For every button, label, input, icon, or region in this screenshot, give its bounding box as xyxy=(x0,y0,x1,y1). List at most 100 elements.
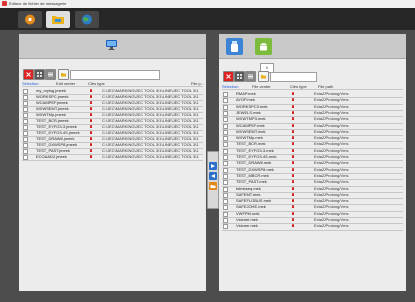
file-path: C:\JEC\MARKING\JEC TOOL 3\1\LINE\JEC TOO… xyxy=(102,112,199,117)
delete-button[interactable] xyxy=(23,69,34,80)
file-name: WXWSEMT.jmeek xyxy=(36,106,69,111)
open-folder-button[interactable] xyxy=(58,69,69,80)
table-row[interactable]: Vstcnet.mek ExtaZ/Prolong/Vms xyxy=(219,217,406,223)
table-row[interactable]: TEST_EYFO3-4S.jmeek C:\JEC\MARKING\JEC TO… xyxy=(19,130,206,136)
list-view-button[interactable] xyxy=(245,71,256,82)
table-row[interactable]: TEST_PAST.mek ExtaZ/Prolong/Vms xyxy=(219,179,406,186)
file-path: ExtaZ/Prolong/Vms xyxy=(314,91,349,96)
table-row[interactable]: TEST_BCR.jmeek C:\JEC\MARKING\JEC TOOL 3\… xyxy=(19,118,206,124)
row-checkbox[interactable] xyxy=(223,142,228,148)
table-row[interactable]: WXWTMp.mek ExtaZ/Prolong/Vms xyxy=(219,135,406,142)
row-checkbox[interactable] xyxy=(223,192,228,198)
table-row[interactable]: my_mylog.jmeek C:\JEC\MARKING\JEC TOOL 3\… xyxy=(19,88,206,94)
table-row[interactable]: TEST_BCR.mek ExtaZ/Prolong/Vms xyxy=(219,141,406,148)
tab-android[interactable] xyxy=(255,38,272,55)
file-path: ExtaZ/Prolong/Vms xyxy=(314,210,349,216)
grid-view-button[interactable] xyxy=(234,71,245,82)
file-name: TEST_PAST.jmeek xyxy=(36,148,70,153)
row-checkbox[interactable] xyxy=(223,155,228,160)
file-name: AYOP.mek xyxy=(236,97,255,103)
table-row[interactable]: TEST_PAST.jmeek C:\JEC\MARKING\JEC TOOL 3… xyxy=(19,148,206,154)
row-checkbox[interactable] xyxy=(223,218,228,223)
table-row[interactable]: TEST_EYFO3-3.jmeek C:\JEC\MARKING\JEC TOO… xyxy=(19,124,206,130)
table-row[interactable]: RMAP.mek ExtaZ/Prolong/Vms xyxy=(219,91,406,97)
row-checkbox[interactable] xyxy=(223,136,228,142)
list-view-button[interactable] xyxy=(45,69,56,80)
arrow-right-icon[interactable] xyxy=(209,162,217,170)
row-checkbox[interactable] xyxy=(223,211,228,217)
table-row[interactable]: WXWTMP3.mek ExtaZ/Prolong/Vms xyxy=(219,116,406,123)
open-folder-button[interactable] xyxy=(258,71,269,82)
row-checkbox[interactable] xyxy=(223,148,228,154)
delete-button[interactable] xyxy=(223,71,234,82)
row-checkbox[interactable] xyxy=(223,205,228,211)
table-row[interactable]: WCAMPEF.jmeek C:\JEC\MARKING\JEC TOOL 3\1… xyxy=(19,100,206,106)
table-row[interactable]: SAFEJOHE.mek ExtaZ/Prolong/Vms xyxy=(219,204,406,211)
pin-icon xyxy=(90,113,92,116)
tab-disc[interactable] xyxy=(18,11,42,28)
row-checkbox[interactable] xyxy=(223,104,228,110)
row-checkbox[interactable] xyxy=(223,117,228,123)
table-row[interactable]: WCAMPEF.mek ExtaZ/Prolong/Vms xyxy=(219,123,406,129)
folder-transfer-icon[interactable] xyxy=(209,182,217,190)
file-name: TEST_EYFO3-4S.jmeek xyxy=(36,130,80,135)
pin-icon xyxy=(292,167,294,171)
row-checkbox[interactable] xyxy=(223,129,228,135)
row-checkbox[interactable] xyxy=(223,173,228,179)
table-row[interactable]: tstmbseq.mek ExtaZ/Prolong/Vms xyxy=(219,186,406,192)
device-files-panel: 0 Sélection File center Clés type File p… xyxy=(219,34,406,291)
file-path: ExtaZ/Prolong/Vms xyxy=(314,128,349,134)
row-checkbox[interactable] xyxy=(223,167,228,173)
table-row[interactable]: WXWTMp.jmeek C:\JEC\MARKING\JEC TOOL 3\1\… xyxy=(19,112,206,118)
table-row[interactable]: Vstcner.mek ExtaZ/Prolong/Vms xyxy=(219,223,406,230)
tab-folder[interactable] xyxy=(46,11,70,28)
row-checkbox[interactable] xyxy=(223,98,228,104)
file-path: ExtaZ/Prolong/Vms xyxy=(314,204,349,210)
table-row[interactable]: TEST_DXWSP8.jmeek C:\JEC\MARKING\JEC TOOL… xyxy=(19,142,206,148)
pc-filter-input[interactable] xyxy=(70,70,160,80)
tab-globe[interactable] xyxy=(75,11,99,28)
file-name: TEST_EYFO3-3.mek xyxy=(236,147,274,153)
row-checkbox[interactable] xyxy=(223,92,228,97)
table-row[interactable]: SAFEFLOBUS.mek ExtaZ/Prolong/Vms xyxy=(219,198,406,205)
tab-usb-drive[interactable] xyxy=(226,38,243,55)
pc-toolbar xyxy=(23,69,203,80)
table-row[interactable]: WXWSEMT.jmeek C:\JEC\MARKING\JEC TOOL 3\1… xyxy=(19,106,206,112)
device-toolbar xyxy=(223,71,403,82)
file-path: ExtaZ/Prolong/Vms xyxy=(314,135,349,141)
file-name: WXWTMp.mek xyxy=(236,135,263,141)
row-checkbox[interactable] xyxy=(223,180,228,186)
table-row[interactable]: TEST_EYFO3-4S.mek ExtaZ/Prolong/Vms xyxy=(219,154,406,160)
file-path: ExtaZ/Prolong/Vms xyxy=(314,154,349,159)
file-path: ExtaZ/Prolong/Vms xyxy=(314,122,349,128)
row-checkbox[interactable] xyxy=(223,224,228,230)
table-row[interactable]: TEST_DXWSP8.mek ExtaZ/Prolong/Vms xyxy=(219,167,406,173)
table-row[interactable]: TEST_DRAW8.jmeek C:\JEC\MARKING\JEC TOOL … xyxy=(19,136,206,142)
table-row[interactable]: WORKSPC.jmeek C:\JEC\MARKING\JEC TOOL 3\1… xyxy=(19,94,206,100)
table-row[interactable]: VWFPM.mek ExtaZ/Prolong/Vms xyxy=(219,211,406,217)
table-row[interactable]: WORKSPC3.mek ExtaZ/Prolong/Vms xyxy=(219,104,406,110)
pin-icon xyxy=(292,173,294,177)
table-row[interactable]: ECOAAD2.jmeek C:\JEC\MARKING\JEC TOOL 3\1… xyxy=(19,154,206,160)
table-row[interactable]: TEST_DRAW8.mek ExtaZ/Prolong/Vms xyxy=(219,160,406,167)
table-row[interactable]: SAFEMT.mek ExtaZ/Prolong/Vms xyxy=(219,192,406,198)
pin-icon xyxy=(90,95,92,98)
table-row[interactable]: AYOP.mek ExtaZ/Prolong/Vms xyxy=(219,97,406,104)
row-checkbox[interactable] xyxy=(223,110,228,116)
grid-icon xyxy=(237,74,242,79)
device-filter-input[interactable] xyxy=(270,72,317,82)
table-row[interactable]: TEST_MBCR.mek ExtaZ/Prolong/Vms xyxy=(219,173,406,179)
arrow-left-icon[interactable] xyxy=(209,172,217,180)
table-row[interactable]: JEWELS.mek ExtaZ/Prolong/Vms xyxy=(219,110,406,116)
file-path: C:\JEC\MARKING\JEC TOOL 3\1\LINE\JEC TOO… xyxy=(102,106,199,111)
row-checkbox[interactable] xyxy=(223,123,228,129)
row-checkbox[interactable] xyxy=(223,199,228,205)
row-checkbox[interactable] xyxy=(223,186,228,192)
grid-view-button[interactable] xyxy=(34,69,45,80)
table-row[interactable]: WXWSEMT.mek ExtaZ/Prolong/Vms xyxy=(219,129,406,135)
row-checkbox[interactable] xyxy=(223,161,228,167)
file-name: WCAMPEF.mek xyxy=(236,122,265,128)
file-path: ExtaZ/Prolong/Vms xyxy=(314,185,349,191)
file-name: tstmbseq.mek xyxy=(236,185,261,191)
table-row[interactable]: TEST_EYFO3-3.mek ExtaZ/Prolong/Vms xyxy=(219,148,406,154)
